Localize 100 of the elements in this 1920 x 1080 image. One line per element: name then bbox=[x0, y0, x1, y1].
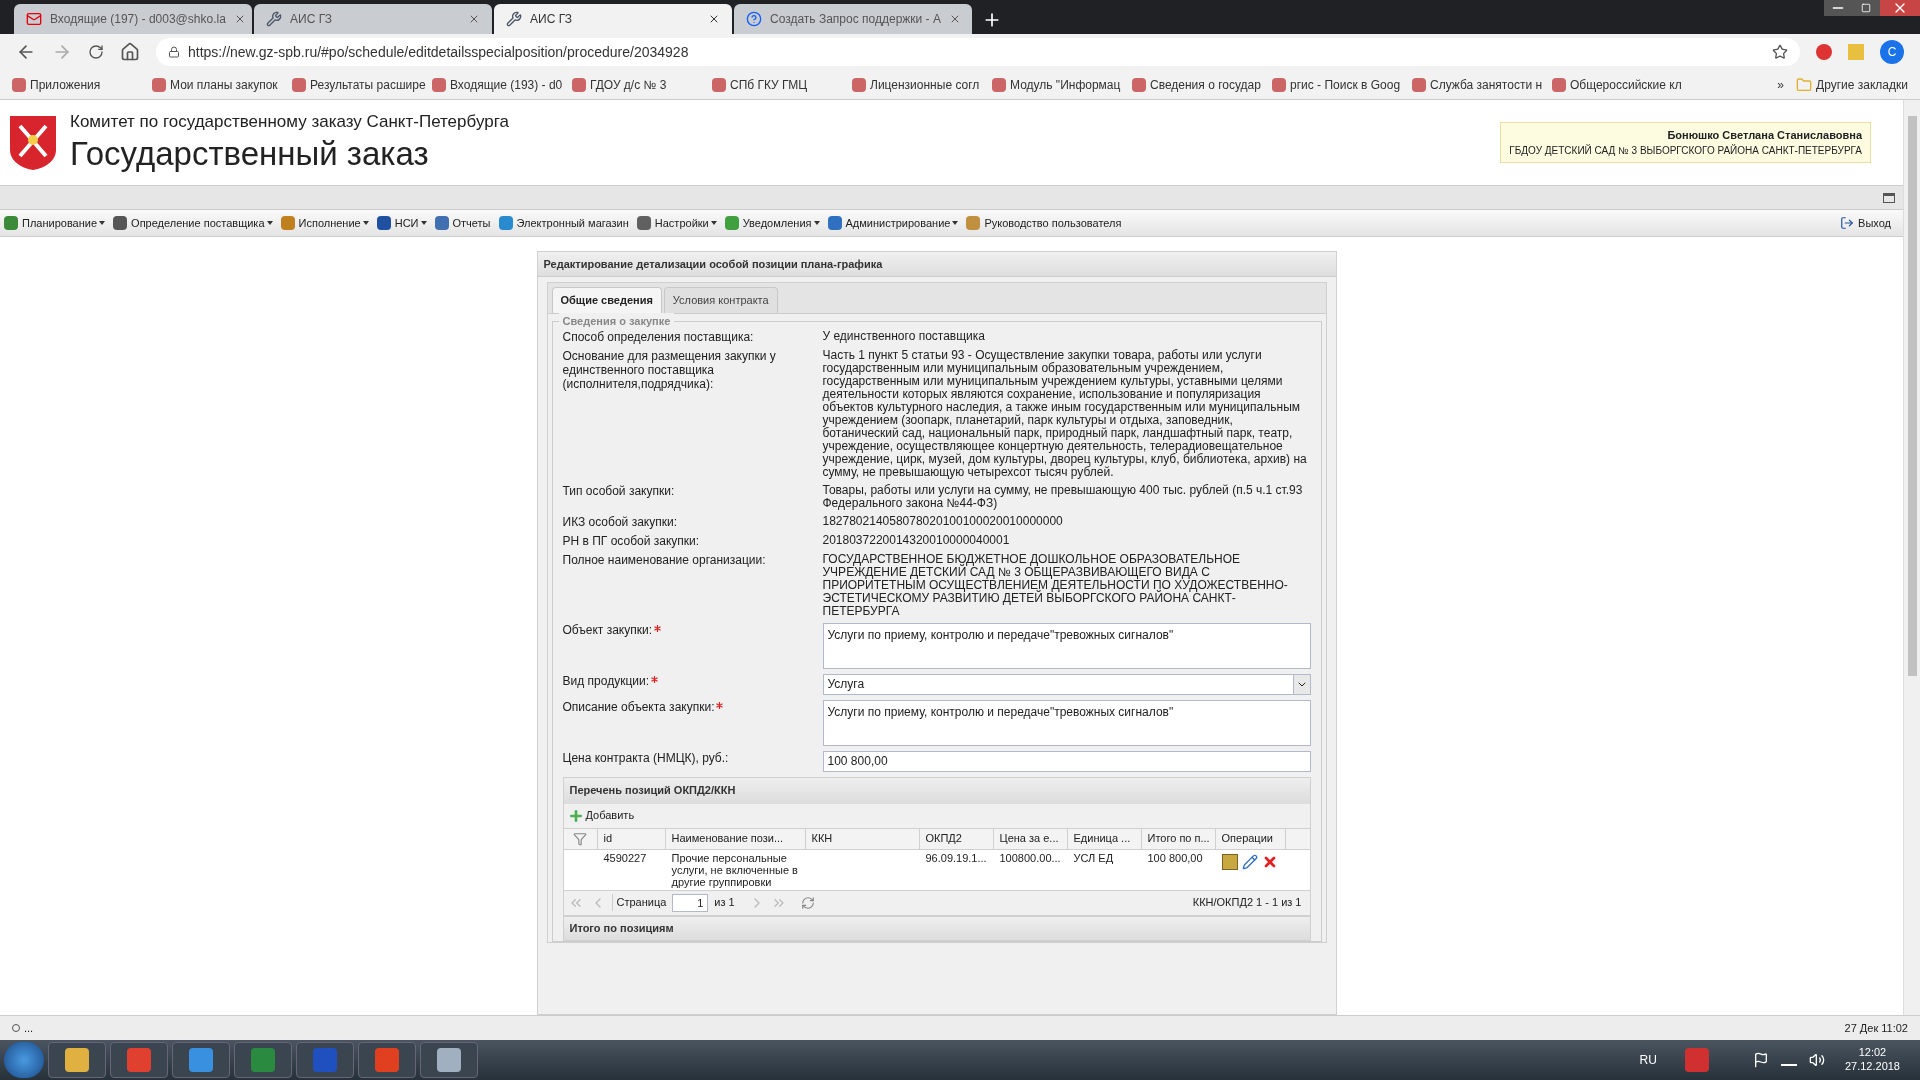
exit-link[interactable]: Выход bbox=[1858, 214, 1891, 232]
menu-item[interactable]: Отчеты bbox=[452, 214, 491, 232]
close-icon[interactable] bbox=[708, 13, 720, 25]
form-tab[interactable]: Общие сведения bbox=[551, 287, 662, 313]
field-label: Тип особой закупки: bbox=[562, 483, 675, 498]
input-field[interactable]: 100 800,00 bbox=[822, 750, 1311, 772]
collapse-icon[interactable] bbox=[1883, 192, 1895, 203]
column-header[interactable]: ККН bbox=[805, 828, 920, 849]
menu-item[interactable]: Настройки bbox=[654, 214, 717, 232]
bookmark[interactable]: Модуль "Информац bbox=[1010, 75, 1121, 94]
clock-time[interactable]: 12:02 bbox=[1858, 1046, 1887, 1060]
emblem-icon bbox=[8, 113, 58, 172]
menu-item[interactable]: Определение поставщика bbox=[131, 214, 273, 232]
bookmark[interactable]: Приложения bbox=[30, 75, 101, 94]
text-area[interactable]: Услуги по приему, контролю и передаче"тревожных сигналов" bbox=[822, 699, 1311, 746]
column-header[interactable]: Операции bbox=[1215, 828, 1286, 849]
field-label: Основание для размещения закупки у единственного поставщика (исполнителя,подрядчика): bbox=[562, 348, 777, 391]
star-icon[interactable] bbox=[1772, 44, 1788, 60]
bookmark[interactable]: Мои планы закупок bbox=[170, 75, 278, 94]
column-header[interactable]: Итого по п... bbox=[1141, 828, 1216, 849]
refresh-icon[interactable] bbox=[800, 895, 815, 910]
bookmark[interactable]: Входящие (193) - d0 bbox=[450, 75, 563, 94]
menu-item[interactable]: Исполнение bbox=[298, 214, 369, 232]
field-value: ГОСУДАРСТВЕННОЕ БЮДЖЕТНОЕ ДОШКОЛЬНОЕ ОБРАЗОВАТЕЛЬНОЕ УЧРЕЖДЕНИЕ ДЕТСКИЙ САД № 3 ОБЩЕРАЗВИВАЮЩЕГО ВИДА С ПРИОРИТЕТНЫМ ОСУЩЕСТВЛЕНИЕМ ДЕЯТЕЛЬНОСТИ ПО ХУДОЖЕСТВЕННО-ЭСТЕТИЧЕСКОМУ РАЗВИТИЮ ДЕТЕЙ ВЫБОРГСКОГО РАЙОНА САНКТ-ПЕТЕРБУРГА bbox=[822, 552, 1289, 618]
bookmark[interactable]: Сведения о государ bbox=[1150, 75, 1261, 94]
flag-icon[interactable] bbox=[1752, 1052, 1769, 1068]
browser-tab[interactable]: Входящие (197) - d003@shko.la bbox=[14, 4, 252, 34]
bookmark-icon bbox=[292, 77, 306, 92]
browser-tab[interactable]: АИС ГЗ bbox=[254, 4, 492, 34]
bookmark[interactable]: Общероссийские кл bbox=[1570, 75, 1682, 94]
bookmark[interactable]: Результаты расшире bbox=[310, 75, 426, 94]
field-label: Полное наименование организации: bbox=[562, 552, 766, 567]
bookmark[interactable]: ГДОУ д/с № 3 bbox=[590, 75, 667, 94]
taskbar-app-icon[interactable] bbox=[110, 1042, 168, 1078]
taskbar-app-icon[interactable] bbox=[48, 1042, 106, 1078]
bookmark-icon bbox=[432, 77, 446, 92]
field-value: 182780214058078020100100020010000000 bbox=[822, 514, 1064, 528]
exit-icon bbox=[1840, 216, 1855, 230]
field-value: 2018037220014320010000040001 bbox=[822, 533, 1011, 547]
scrollbar-thumb[interactable] bbox=[1907, 116, 1917, 676]
column-header[interactable]: Единица ... bbox=[1067, 828, 1142, 849]
edit-icon[interactable] bbox=[1241, 853, 1258, 870]
filter-icon[interactable] bbox=[573, 831, 587, 846]
bookmark-icon bbox=[712, 77, 726, 92]
field-value: Часть 1 пункт 5 статьи 93 - Осуществление закупки товара, работы или услуги государственным или муниципальным образовательным учреждением, государственным или муниципальным учреждением культуры, уставными целями деятельности которых являются сохранение, использование и популяризация объектов культурного наследия, а также иным государственным или муниципальным учреждением (зоопарк, планетарий, парк культуры и отдыха, заповедник, ботанический сад, национальный парк, природный парк, ландшафтный парк, театр, учреждение, осуществляющее концертную деятельность, телерадиовещательное учреждение, цирк, музей, дом культуры, дворец культуры, клуб, библиотека, архив) на сумму, не превышающую четырехсот тысяч рублей. bbox=[822, 348, 1308, 479]
page-input[interactable]: 1 bbox=[672, 893, 709, 912]
table-cell: 100 800,00 bbox=[1147, 851, 1203, 864]
clock-date[interactable]: 27.12.2018 bbox=[1844, 1060, 1900, 1074]
paging-summary: ККН/ОКПД2 1 - 1 из 1 bbox=[1192, 895, 1303, 911]
reload-icon[interactable] bbox=[88, 44, 104, 60]
bookmark-icon bbox=[1552, 77, 1566, 92]
menu-item[interactable]: НСИ bbox=[394, 214, 427, 232]
menu-item[interactable]: Руководство пользователя bbox=[984, 214, 1122, 232]
taskbar-app-icon[interactable] bbox=[358, 1042, 416, 1078]
profile-avatar[interactable]: C bbox=[1880, 40, 1904, 64]
add-button[interactable]: Добавить bbox=[567, 807, 635, 824]
start-button[interactable] bbox=[4, 1042, 44, 1078]
more-bookmarks[interactable]: » bbox=[1777, 75, 1785, 94]
browser-tab[interactable]: Создать Запрос поддержки - А bbox=[734, 4, 972, 34]
user-name: Бонюшко Светлана Станиславовна bbox=[1667, 127, 1862, 143]
menu-icon bbox=[636, 216, 651, 230]
column-header[interactable]: Наименование пози... bbox=[665, 828, 806, 849]
volume-icon[interactable] bbox=[1808, 1052, 1825, 1068]
address-bar[interactable]: https://new.gz-spb.ru/#po/schedule/editdetailsspecialposition/procedure/2034928 bbox=[156, 38, 1800, 66]
maximize-icon[interactable] bbox=[1852, 0, 1880, 16]
bookmark[interactable]: Лицензионные согл bbox=[870, 75, 980, 94]
minimize-icon[interactable] bbox=[1824, 0, 1852, 16]
home-icon[interactable] bbox=[120, 42, 140, 62]
bookmark[interactable]: Служба занятости н bbox=[1430, 75, 1543, 94]
bookmark-icon bbox=[1272, 77, 1286, 92]
other-bookmarks[interactable]: Другие закладки bbox=[1816, 75, 1908, 94]
menu-item[interactable]: Уведомления bbox=[742, 214, 820, 232]
menu-icon bbox=[434, 216, 449, 230]
column-header[interactable]: Цена за е... bbox=[993, 828, 1068, 849]
language-indicator[interactable]: RU bbox=[1639, 1051, 1657, 1069]
menu-icon bbox=[827, 216, 842, 230]
bookmark[interactable]: СПб ГКУ ГМЦ bbox=[730, 75, 808, 94]
menu-item[interactable]: Планирование bbox=[22, 214, 106, 232]
menu-item[interactable]: Администрирование bbox=[845, 214, 959, 232]
help-icon bbox=[746, 11, 762, 27]
org-title: Комитет по государственному заказу Санкт-Петербурга bbox=[70, 111, 509, 133]
column-header[interactable]: id bbox=[597, 828, 666, 849]
extension-icon[interactable] bbox=[1816, 44, 1832, 60]
menu-item[interactable]: Электронный магазин bbox=[516, 214, 629, 232]
form-tab[interactable]: Условия контракта bbox=[663, 287, 778, 313]
wrench-icon bbox=[266, 11, 282, 27]
scrollbar[interactable] bbox=[1903, 100, 1920, 1015]
grid-title: Перечень позиций ОКПД2/ККН bbox=[569, 782, 736, 798]
select-field[interactable]: Услуга bbox=[822, 673, 1311, 695]
status-text: ... bbox=[24, 1020, 35, 1036]
taskbar-app-icon[interactable] bbox=[420, 1042, 478, 1078]
column-header[interactable]: ОКПД2 bbox=[919, 828, 994, 849]
browser-tab[interactable]: АИС ГЗ bbox=[494, 4, 732, 34]
bookmark[interactable]: ргис - Поиск в Goog bbox=[1290, 75, 1401, 94]
close-icon[interactable] bbox=[1880, 0, 1920, 16]
taskbar-app-icon[interactable] bbox=[234, 1042, 292, 1078]
field-value: У единственного поставщика bbox=[822, 329, 986, 343]
text-area[interactable]: Услуги по приему, контролю и передаче"тревожных сигналов" bbox=[822, 622, 1311, 669]
taskbar-app-icon[interactable] bbox=[172, 1042, 230, 1078]
menu-icon bbox=[498, 216, 513, 230]
